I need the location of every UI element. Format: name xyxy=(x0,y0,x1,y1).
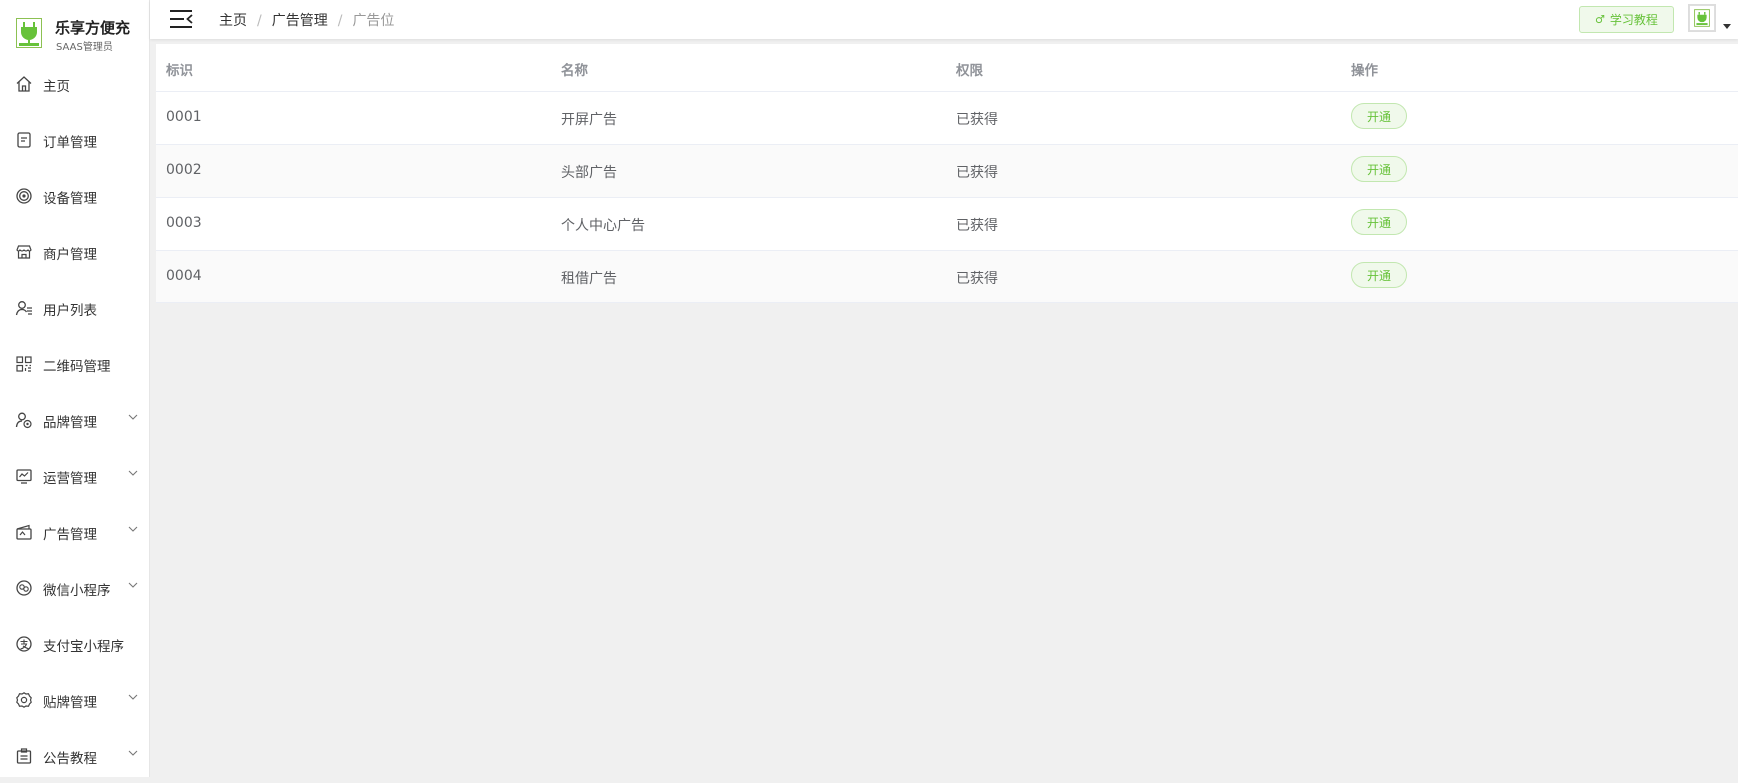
user-icon xyxy=(14,298,34,318)
sidebar-nav: 主页 订单管理 设备管理 商户管理 用户列表 二维码管理 品牌管理 运营管理 广… xyxy=(0,55,150,783)
sidebar-item-label: 商户管理 xyxy=(43,247,97,263)
cell-permission: 已获得 xyxy=(956,165,998,181)
sidebar-item-wechat-miniprogram[interactable]: 微信小程序 xyxy=(0,559,150,615)
sidebar-item-ads[interactable]: 广告管理 xyxy=(0,503,150,559)
cell-permission: 已获得 xyxy=(956,218,998,234)
ad-slot-table: 标识 名称 权限 操作 0001 开屏广告 已获得 开通 0002 头部广告 已… xyxy=(156,44,1738,303)
sidebar: 乐享方便充 SAAS管理员 主页 订单管理 设备管理 商户管理 用户列表 二维码… xyxy=(0,0,150,777)
shop-icon xyxy=(14,242,34,262)
user-menu[interactable] xyxy=(1688,4,1731,34)
device-icon xyxy=(14,186,34,206)
column-header-id: 标识 xyxy=(166,63,193,79)
table-header: 标识 名称 权限 操作 xyxy=(156,44,1738,92)
sidebar-item-brand[interactable]: 品牌管理 xyxy=(0,391,150,447)
sidebar-item-operations[interactable]: 运营管理 xyxy=(0,447,150,503)
ad-icon xyxy=(14,522,34,542)
sidebar-item-home[interactable]: 主页 xyxy=(0,55,150,111)
qrcode-icon xyxy=(14,354,34,374)
brand-subtitle: SAAS管理员 xyxy=(56,42,113,53)
breadcrumb-home[interactable]: 主页 xyxy=(219,10,247,30)
table-row: 0002 头部广告 已获得 开通 xyxy=(156,145,1738,198)
sidebar-item-users[interactable]: 用户列表 xyxy=(0,279,150,335)
sidebar-item-notice[interactable]: 公告教程 xyxy=(0,727,150,783)
brand: 乐享方便充 SAAS管理员 xyxy=(16,16,150,56)
breadcrumb-current: 广告位 xyxy=(352,13,395,29)
sidebar-item-label: 运营管理 xyxy=(43,471,97,487)
operation-icon xyxy=(14,466,34,486)
open-button[interactable]: 开通 xyxy=(1351,262,1407,288)
sidebar-item-label: 二维码管理 xyxy=(43,359,111,375)
sidebar-item-label: 公告教程 xyxy=(43,751,97,767)
cell-id: 0002 xyxy=(166,162,202,178)
cell-id: 0004 xyxy=(166,268,202,284)
cell-name: 租借广告 xyxy=(561,271,617,287)
open-button[interactable]: 开通 xyxy=(1351,156,1407,182)
sidebar-item-label: 品牌管理 xyxy=(43,415,97,431)
sidebar-item-label: 广告管理 xyxy=(43,527,97,543)
breadcrumb-separator: / xyxy=(257,13,262,29)
notice-icon xyxy=(14,746,34,766)
alipay-icon xyxy=(14,634,34,654)
table-row: 0004 租借广告 已获得 开通 xyxy=(156,251,1738,303)
sidebar-item-qrcode[interactable]: 二维码管理 xyxy=(0,335,150,391)
cell-permission: 已获得 xyxy=(956,112,998,128)
cell-name: 开屏广告 xyxy=(561,112,617,128)
settings-icon xyxy=(14,690,34,710)
chevron-down-icon xyxy=(128,526,138,532)
column-header-name: 名称 xyxy=(561,63,588,79)
open-button[interactable]: 开通 xyxy=(1351,209,1407,235)
sidebar-item-label: 用户列表 xyxy=(43,303,97,319)
open-button[interactable]: 开通 xyxy=(1351,103,1407,129)
male-icon: ♂ xyxy=(1595,13,1605,26)
sidebar-item-devices[interactable]: 设备管理 xyxy=(0,167,150,223)
tutorial-button[interactable]: ♂ 学习教程 xyxy=(1579,6,1674,33)
brand-logo xyxy=(16,18,42,48)
breadcrumb: 主页 / 广告管理 / 广告位 xyxy=(219,10,394,30)
column-header-action: 操作 xyxy=(1351,63,1378,79)
table-row: 0001 开屏广告 已获得 开通 xyxy=(156,92,1738,145)
cell-id: 0001 xyxy=(166,109,202,125)
sidebar-item-label: 微信小程序 xyxy=(43,583,111,599)
menu-collapse-icon[interactable] xyxy=(168,8,194,30)
sidebar-item-label: 贴牌管理 xyxy=(43,695,97,711)
cell-name: 个人中心广告 xyxy=(561,218,645,234)
table-row: 0003 个人中心广告 已获得 开通 xyxy=(156,198,1738,251)
chevron-down-icon xyxy=(128,694,138,700)
sidebar-item-orders[interactable]: 订单管理 xyxy=(0,111,150,167)
breadcrumb-ad-management[interactable]: 广告管理 xyxy=(272,10,328,30)
cell-id: 0003 xyxy=(166,215,202,231)
sidebar-item-label: 订单管理 xyxy=(43,135,97,151)
wechat-icon xyxy=(14,578,34,598)
brand-icon xyxy=(14,410,34,430)
avatar xyxy=(1688,4,1716,32)
cell-permission: 已获得 xyxy=(956,271,998,287)
breadcrumb-separator: / xyxy=(337,13,343,29)
chevron-down-icon xyxy=(128,582,138,588)
sidebar-item-oem[interactable]: 贴牌管理 xyxy=(0,671,150,727)
chevron-down-icon xyxy=(128,414,138,420)
cell-name: 头部广告 xyxy=(561,165,617,181)
sidebar-item-merchants[interactable]: 商户管理 xyxy=(0,223,150,279)
brand-name: 乐享方便充 xyxy=(55,19,131,37)
chevron-down-icon xyxy=(128,470,138,476)
sidebar-item-alipay-miniprogram[interactable]: 支付宝小程序 xyxy=(0,615,150,671)
chevron-down-icon xyxy=(128,750,138,756)
sidebar-item-label: 设备管理 xyxy=(43,191,97,207)
tutorial-button-label: 学习教程 xyxy=(1609,13,1658,27)
sidebar-item-label: 支付宝小程序 xyxy=(43,639,124,655)
order-icon xyxy=(14,130,34,150)
sidebar-item-label: 主页 xyxy=(43,79,70,95)
top-header: 主页 / 广告管理 / 广告位 ♂ 学习教程 xyxy=(150,0,1738,39)
caret-down-icon xyxy=(1723,24,1731,29)
home-icon xyxy=(14,74,34,94)
column-header-permission: 权限 xyxy=(956,63,983,79)
